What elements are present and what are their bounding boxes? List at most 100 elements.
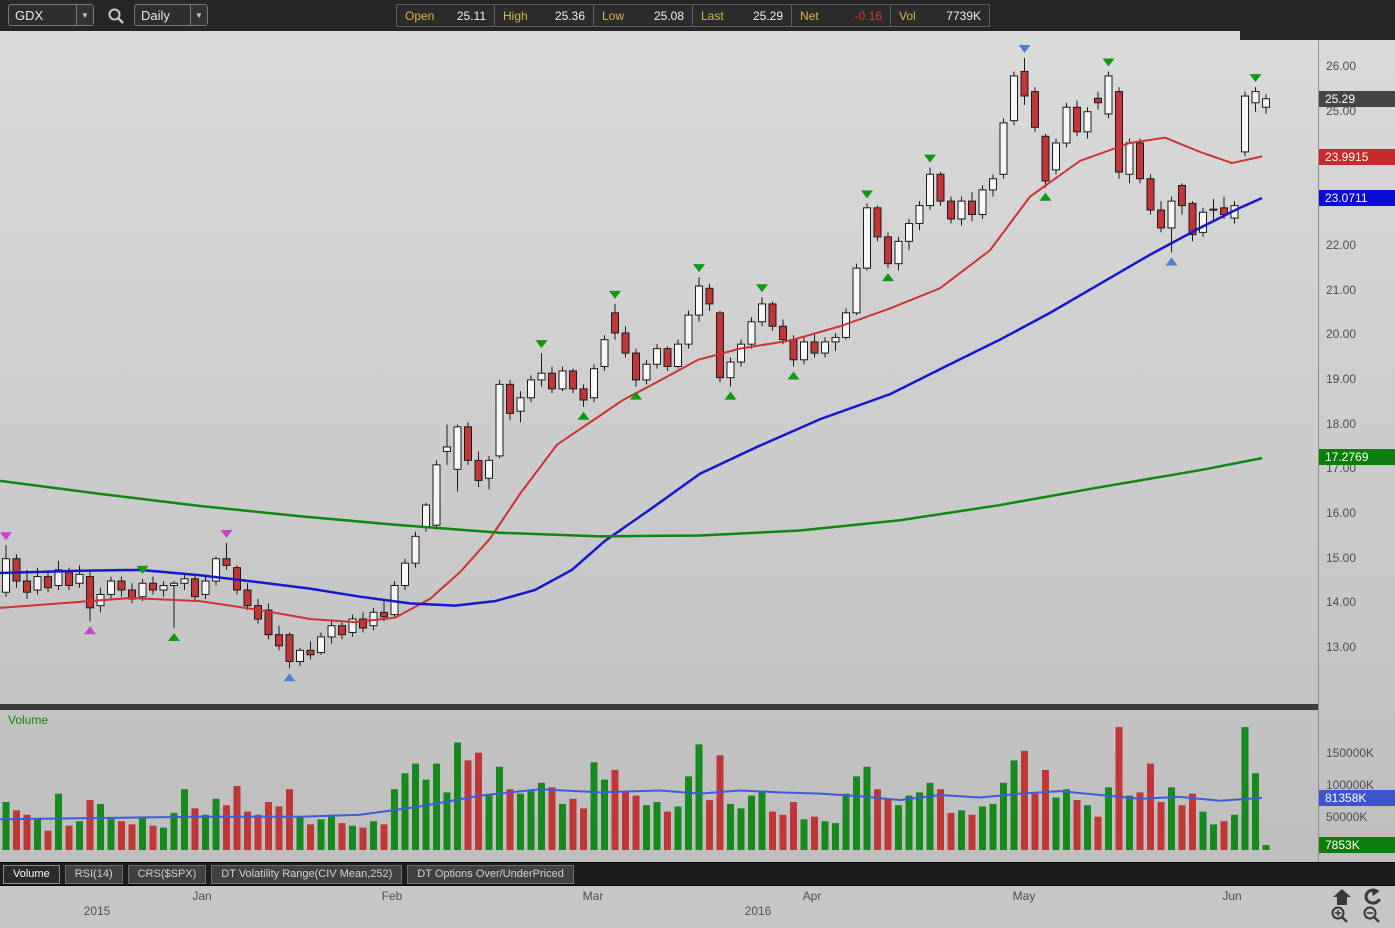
volume-bar <box>559 803 566 850</box>
timeframe-value: Daily <box>141 7 170 23</box>
tab-dt-options-over-underpriced[interactable]: DT Options Over/UnderPriced <box>407 864 574 884</box>
time-axis[interactable]: Jan Feb Mar Apr May Jun 2015 2016 <box>0 886 1395 928</box>
candle <box>474 459 483 481</box>
candle <box>737 343 745 363</box>
buy-signal-triangle <box>787 371 800 380</box>
candle <box>222 558 231 566</box>
chart-application: GDX ▼ Daily ▼ Open 25.11 High 25.36 Low <box>0 0 1395 928</box>
price-pane[interactable] <box>0 31 1318 704</box>
quote-net: Net -0.16 <box>792 4 891 27</box>
volume-bar <box>506 789 514 850</box>
chevron-down-icon[interactable]: ▼ <box>76 5 93 25</box>
candle <box>380 611 388 618</box>
volume-bar <box>349 825 356 850</box>
volume-bar <box>401 773 409 850</box>
quote-value: 25.11 <box>456 8 486 23</box>
volume-bar <box>76 821 83 850</box>
fast-ma-red <box>0 136 1263 624</box>
candle <box>1073 106 1081 133</box>
volume-bar <box>328 814 335 850</box>
home-icon[interactable] <box>1332 888 1352 906</box>
volume-bar <box>97 803 104 850</box>
toolbar: GDX ▼ Daily ▼ Open 25.11 High 25.36 Low <box>0 0 1395 31</box>
symbol-combo[interactable]: GDX ▼ <box>8 4 94 26</box>
candle <box>1041 135 1050 182</box>
volume-bar <box>1073 800 1081 850</box>
chevron-down-icon[interactable]: ▼ <box>190 5 207 25</box>
volume-bar <box>905 795 913 850</box>
candle <box>138 582 147 598</box>
volume-bar <box>380 824 388 850</box>
quote-value: 7739K <box>946 8 981 23</box>
volume-bar <box>1178 805 1186 850</box>
search-button[interactable] <box>104 5 128 26</box>
volume-bar <box>706 800 713 850</box>
volume-bar <box>1000 782 1007 850</box>
volume-bar <box>118 821 125 850</box>
tab-crs-spx-[interactable]: CRS($SPX) <box>127 864 207 884</box>
candle <box>107 580 115 595</box>
volume-bar <box>286 789 293 850</box>
candle <box>968 200 976 216</box>
volume-bar <box>517 793 524 850</box>
volume-bar <box>391 789 398 850</box>
candle <box>75 573 84 584</box>
symbol-value: GDX <box>15 7 44 23</box>
quote-value: 25.08 <box>653 8 684 23</box>
tab-rsi-14-[interactable]: RSI(14) <box>64 864 123 884</box>
candle <box>663 348 672 367</box>
candle <box>915 205 924 224</box>
volume-bar <box>307 824 314 850</box>
candle <box>44 576 52 589</box>
buy-signal-triangle <box>724 391 737 400</box>
volume-bar <box>800 819 808 850</box>
volume-pane-title: Volume <box>8 713 49 727</box>
candle <box>170 582 178 587</box>
volume-bar <box>748 795 755 850</box>
volume-bar <box>107 818 115 850</box>
candle <box>243 589 252 607</box>
candle <box>464 426 472 461</box>
candle <box>411 535 420 564</box>
tab-volume[interactable]: Volume <box>3 864 60 884</box>
volume-bar <box>496 766 503 850</box>
volume-pane[interactable] <box>0 710 1318 862</box>
price-tick-label: 18.00 <box>1326 416 1357 431</box>
price-badge: 25.29 <box>1319 90 1395 107</box>
quote-value: -0.16 <box>854 8 882 23</box>
timeframe-combo[interactable]: Daily ▼ <box>134 4 208 26</box>
candle <box>1251 91 1260 104</box>
price-tick-label: 15.00 <box>1326 550 1357 565</box>
undo-icon[interactable] <box>1362 888 1382 906</box>
volume-bar <box>1010 760 1018 850</box>
candle <box>684 314 693 345</box>
pane-separator[interactable] <box>0 704 1318 710</box>
volume-bar <box>769 811 776 850</box>
candle <box>453 426 462 470</box>
volume-bar <box>265 802 272 850</box>
buy-signal-triangle <box>283 673 296 682</box>
volume-bar <box>947 812 955 850</box>
candle <box>548 372 556 390</box>
zoom-out-icon[interactable] <box>1362 905 1382 925</box>
volume-bar <box>13 810 20 850</box>
volume-bar <box>853 776 860 850</box>
candle <box>432 464 441 526</box>
volume-bar <box>55 793 62 850</box>
zoom-in-icon[interactable] <box>1330 905 1350 925</box>
buy-signal-triangle <box>577 411 590 420</box>
volume-bar <box>580 808 587 850</box>
volume-bar <box>65 825 73 850</box>
candle <box>506 383 514 414</box>
volume-bar <box>989 803 997 850</box>
volume-bar <box>811 816 818 850</box>
candle <box>317 636 325 654</box>
volume-bar <box>632 795 640 850</box>
candle <box>33 576 42 591</box>
candle <box>758 303 766 323</box>
sell-signal-triangle <box>0 532 12 541</box>
candle <box>65 571 73 587</box>
buy-signal-triangle <box>1039 192 1052 201</box>
buy-signal-triangle <box>1165 257 1178 266</box>
tab-dt-volatility-range-civ-mean-252-[interactable]: DT Volatility Range(CIV Mean,252) <box>211 864 403 884</box>
